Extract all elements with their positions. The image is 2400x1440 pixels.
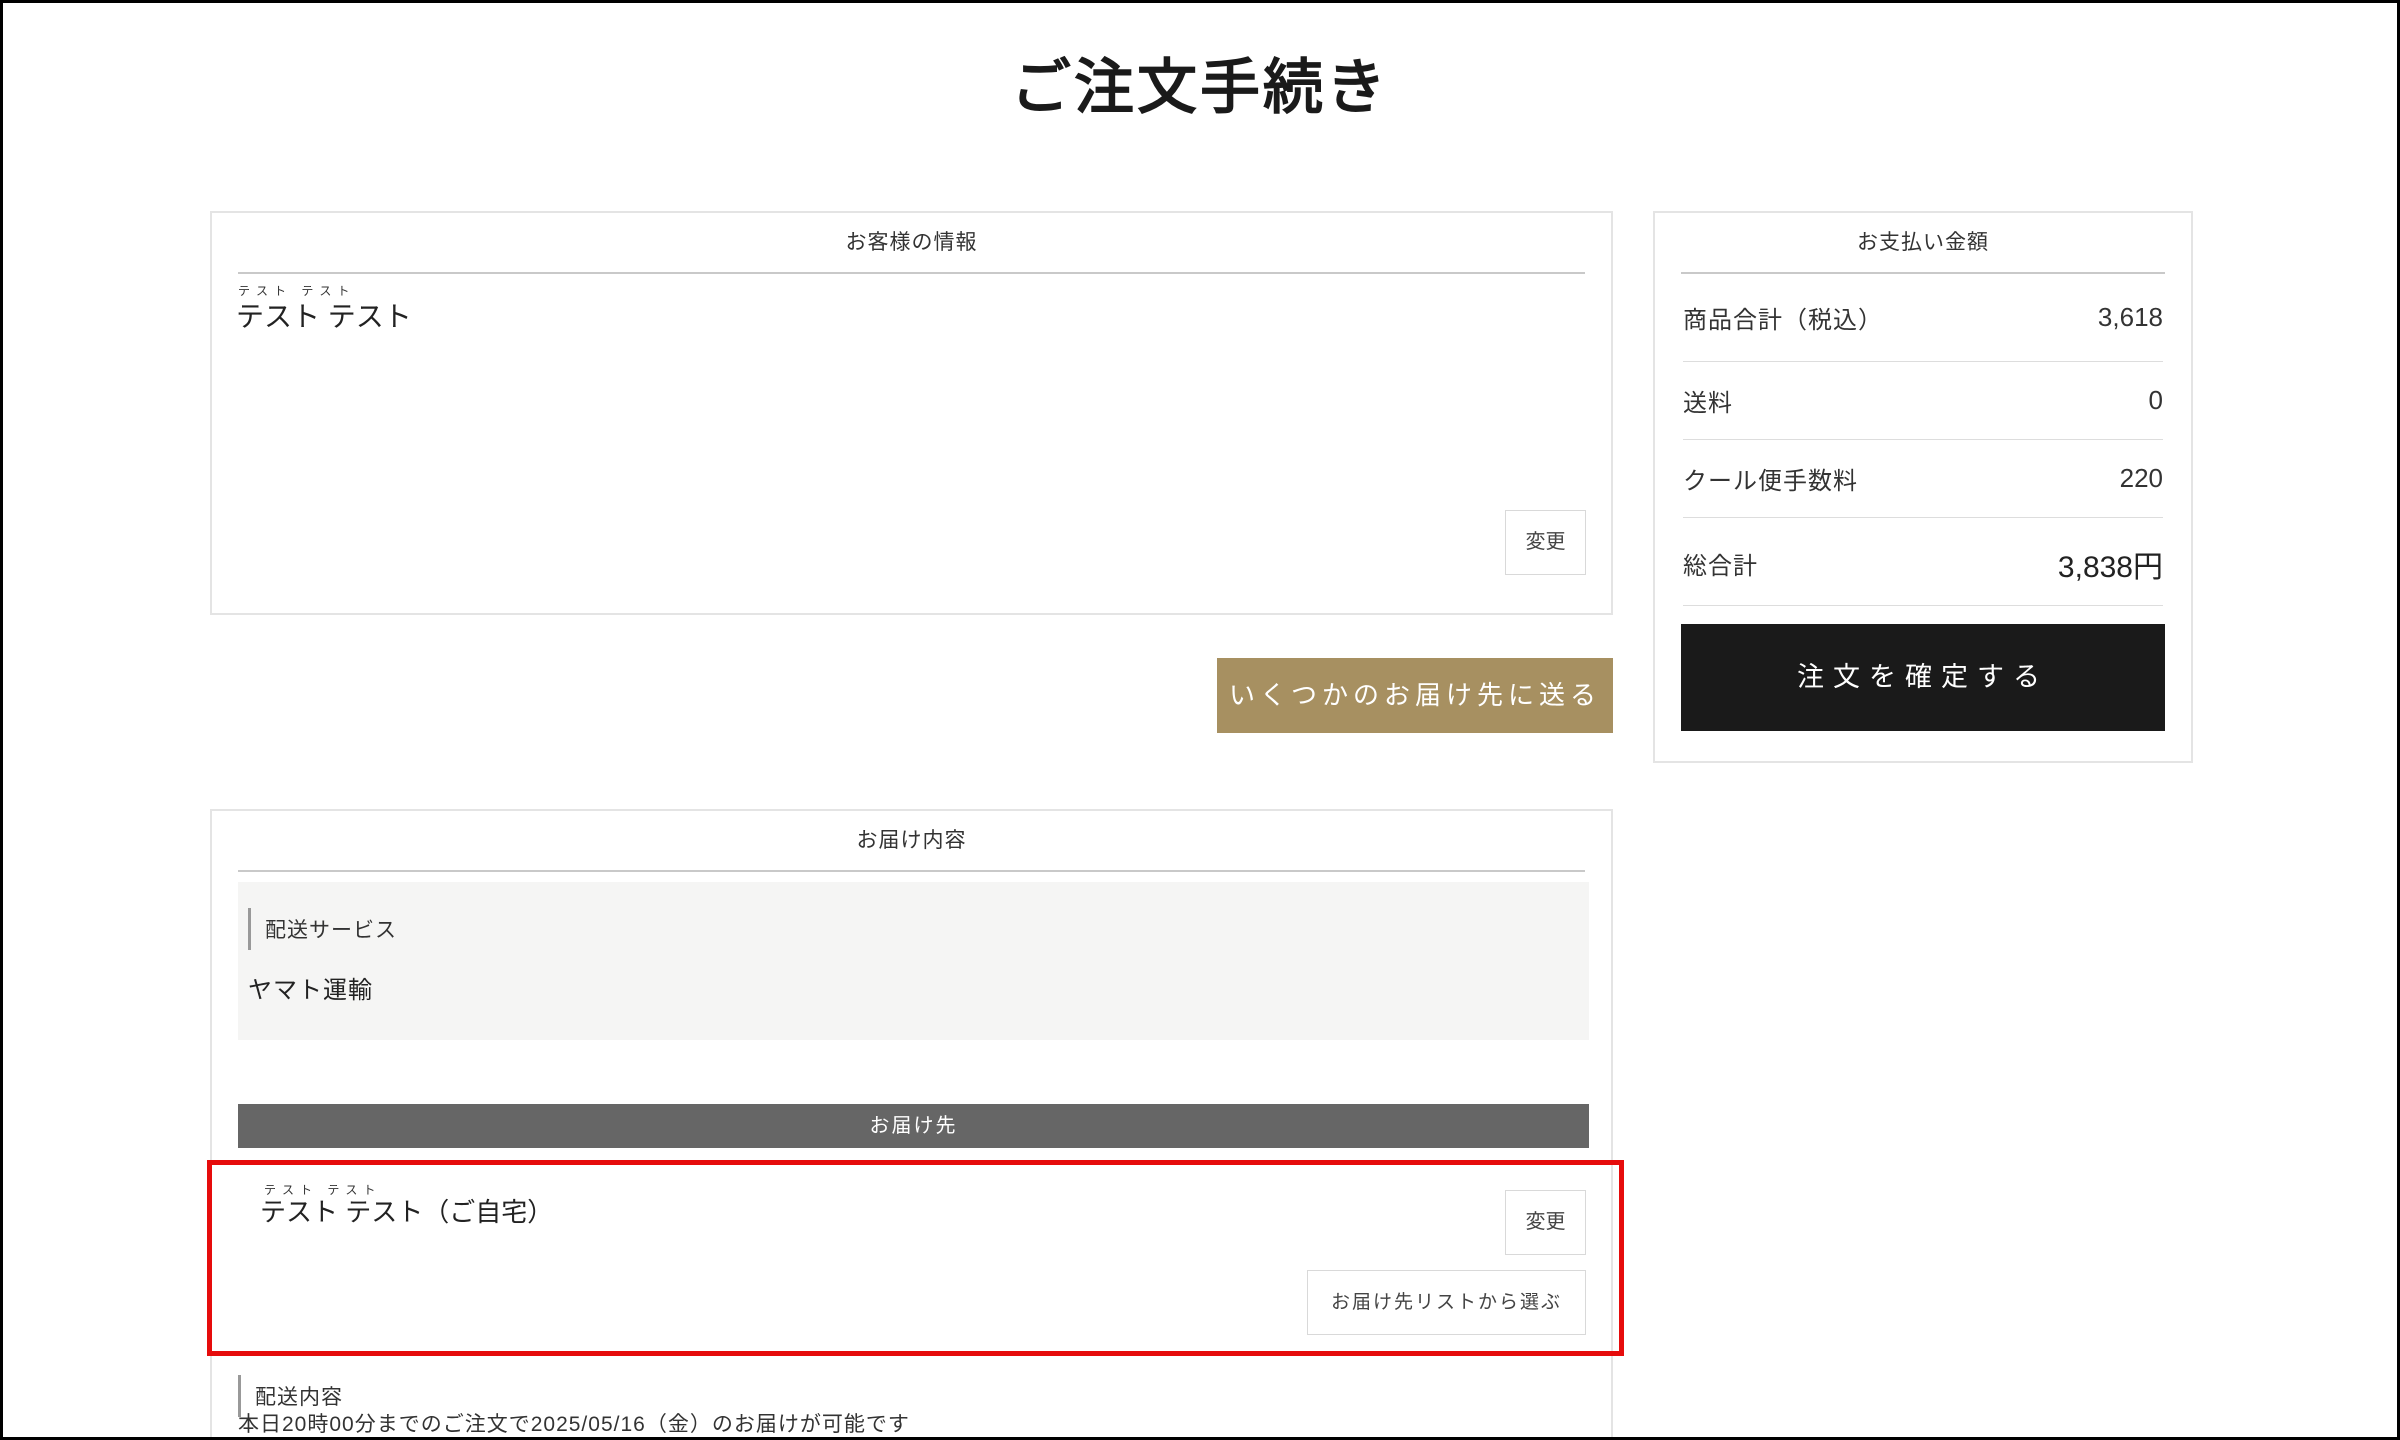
subtotal-value: 3,618	[2098, 302, 2163, 333]
delivery-section-title: お届け内容	[212, 811, 1611, 854]
delivery-contents-label: 配送内容	[255, 1381, 343, 1411]
order-page: ご注文手続き お客様の情報 テスト テスト テスト テスト 変更 いくつかのお届…	[0, 0, 2400, 1440]
confirm-order-button[interactable]: 注文を確定する	[1681, 624, 2165, 731]
customer-name: テスト テスト	[236, 300, 1611, 334]
payment-summary-section: お支払い金額 商品合計（税込） 3,618 送料 0 クール便手数料 220 総…	[1653, 211, 2193, 763]
payment-row-shipping: 送料 0	[1683, 362, 2163, 440]
customer-section-title: お客様の情報	[212, 213, 1611, 256]
recipient-change-button[interactable]: 変更	[1505, 1190, 1586, 1255]
recipient-name: テスト テスト（ご自宅）	[260, 1195, 553, 1229]
shipping-value: 0	[2149, 385, 2163, 416]
customer-change-button[interactable]: 変更	[1505, 510, 1586, 575]
label-bar	[248, 908, 251, 950]
address-bar-heading: お届け先	[238, 1104, 1589, 1148]
total-label: 総合計	[1683, 546, 1758, 581]
delivery-contents-section: お届け内容 配送サービス ヤマト運輸 お届け先 テスト テスト テスト テスト（…	[210, 809, 1613, 1440]
multi-address-button[interactable]: いくつかのお届け先に送る	[1217, 658, 1613, 733]
payment-row-total: 総合計 3,838円	[1683, 522, 2163, 606]
subtotal-label: 商品合計（税込）	[1683, 300, 1883, 335]
payment-section-title: お支払い金額	[1655, 213, 2191, 256]
payment-row-subtotal: 商品合計（税込） 3,618	[1683, 274, 2163, 362]
payment-row-cool-fee: クール便手数料 220	[1683, 440, 2163, 518]
delivery-service-label: 配送サービス	[265, 914, 397, 944]
cool-fee-value: 220	[2120, 463, 2163, 494]
divider	[238, 870, 1585, 872]
divider	[238, 272, 1585, 274]
cool-fee-label: クール便手数料	[1683, 461, 1858, 496]
customer-info-section: お客様の情報 テスト テスト テスト テスト 変更	[210, 211, 1613, 615]
delivery-service-panel: 配送サービス ヤマト運輸	[238, 882, 1589, 1040]
customer-name-furigana: テスト テスト	[238, 284, 1611, 298]
total-value: 3,838円	[2058, 542, 2163, 586]
delivery-service-label-row: 配送サービス	[248, 908, 1589, 950]
page-title: ご注文手続き	[3, 53, 2397, 123]
shipping-label: 送料	[1683, 383, 1733, 418]
delivery-service-value: ヤマト運輸	[248, 970, 1589, 1005]
delivery-date-note: 本日20時00分までのご注文で2025/05/16（金）のお届けが可能です	[238, 1410, 910, 1440]
payment-rows: 商品合計（税込） 3,618 送料 0 クール便手数料 220 総合計 3,83…	[1683, 274, 2163, 606]
address-list-button[interactable]: お届け先リストから選ぶ	[1307, 1270, 1586, 1335]
